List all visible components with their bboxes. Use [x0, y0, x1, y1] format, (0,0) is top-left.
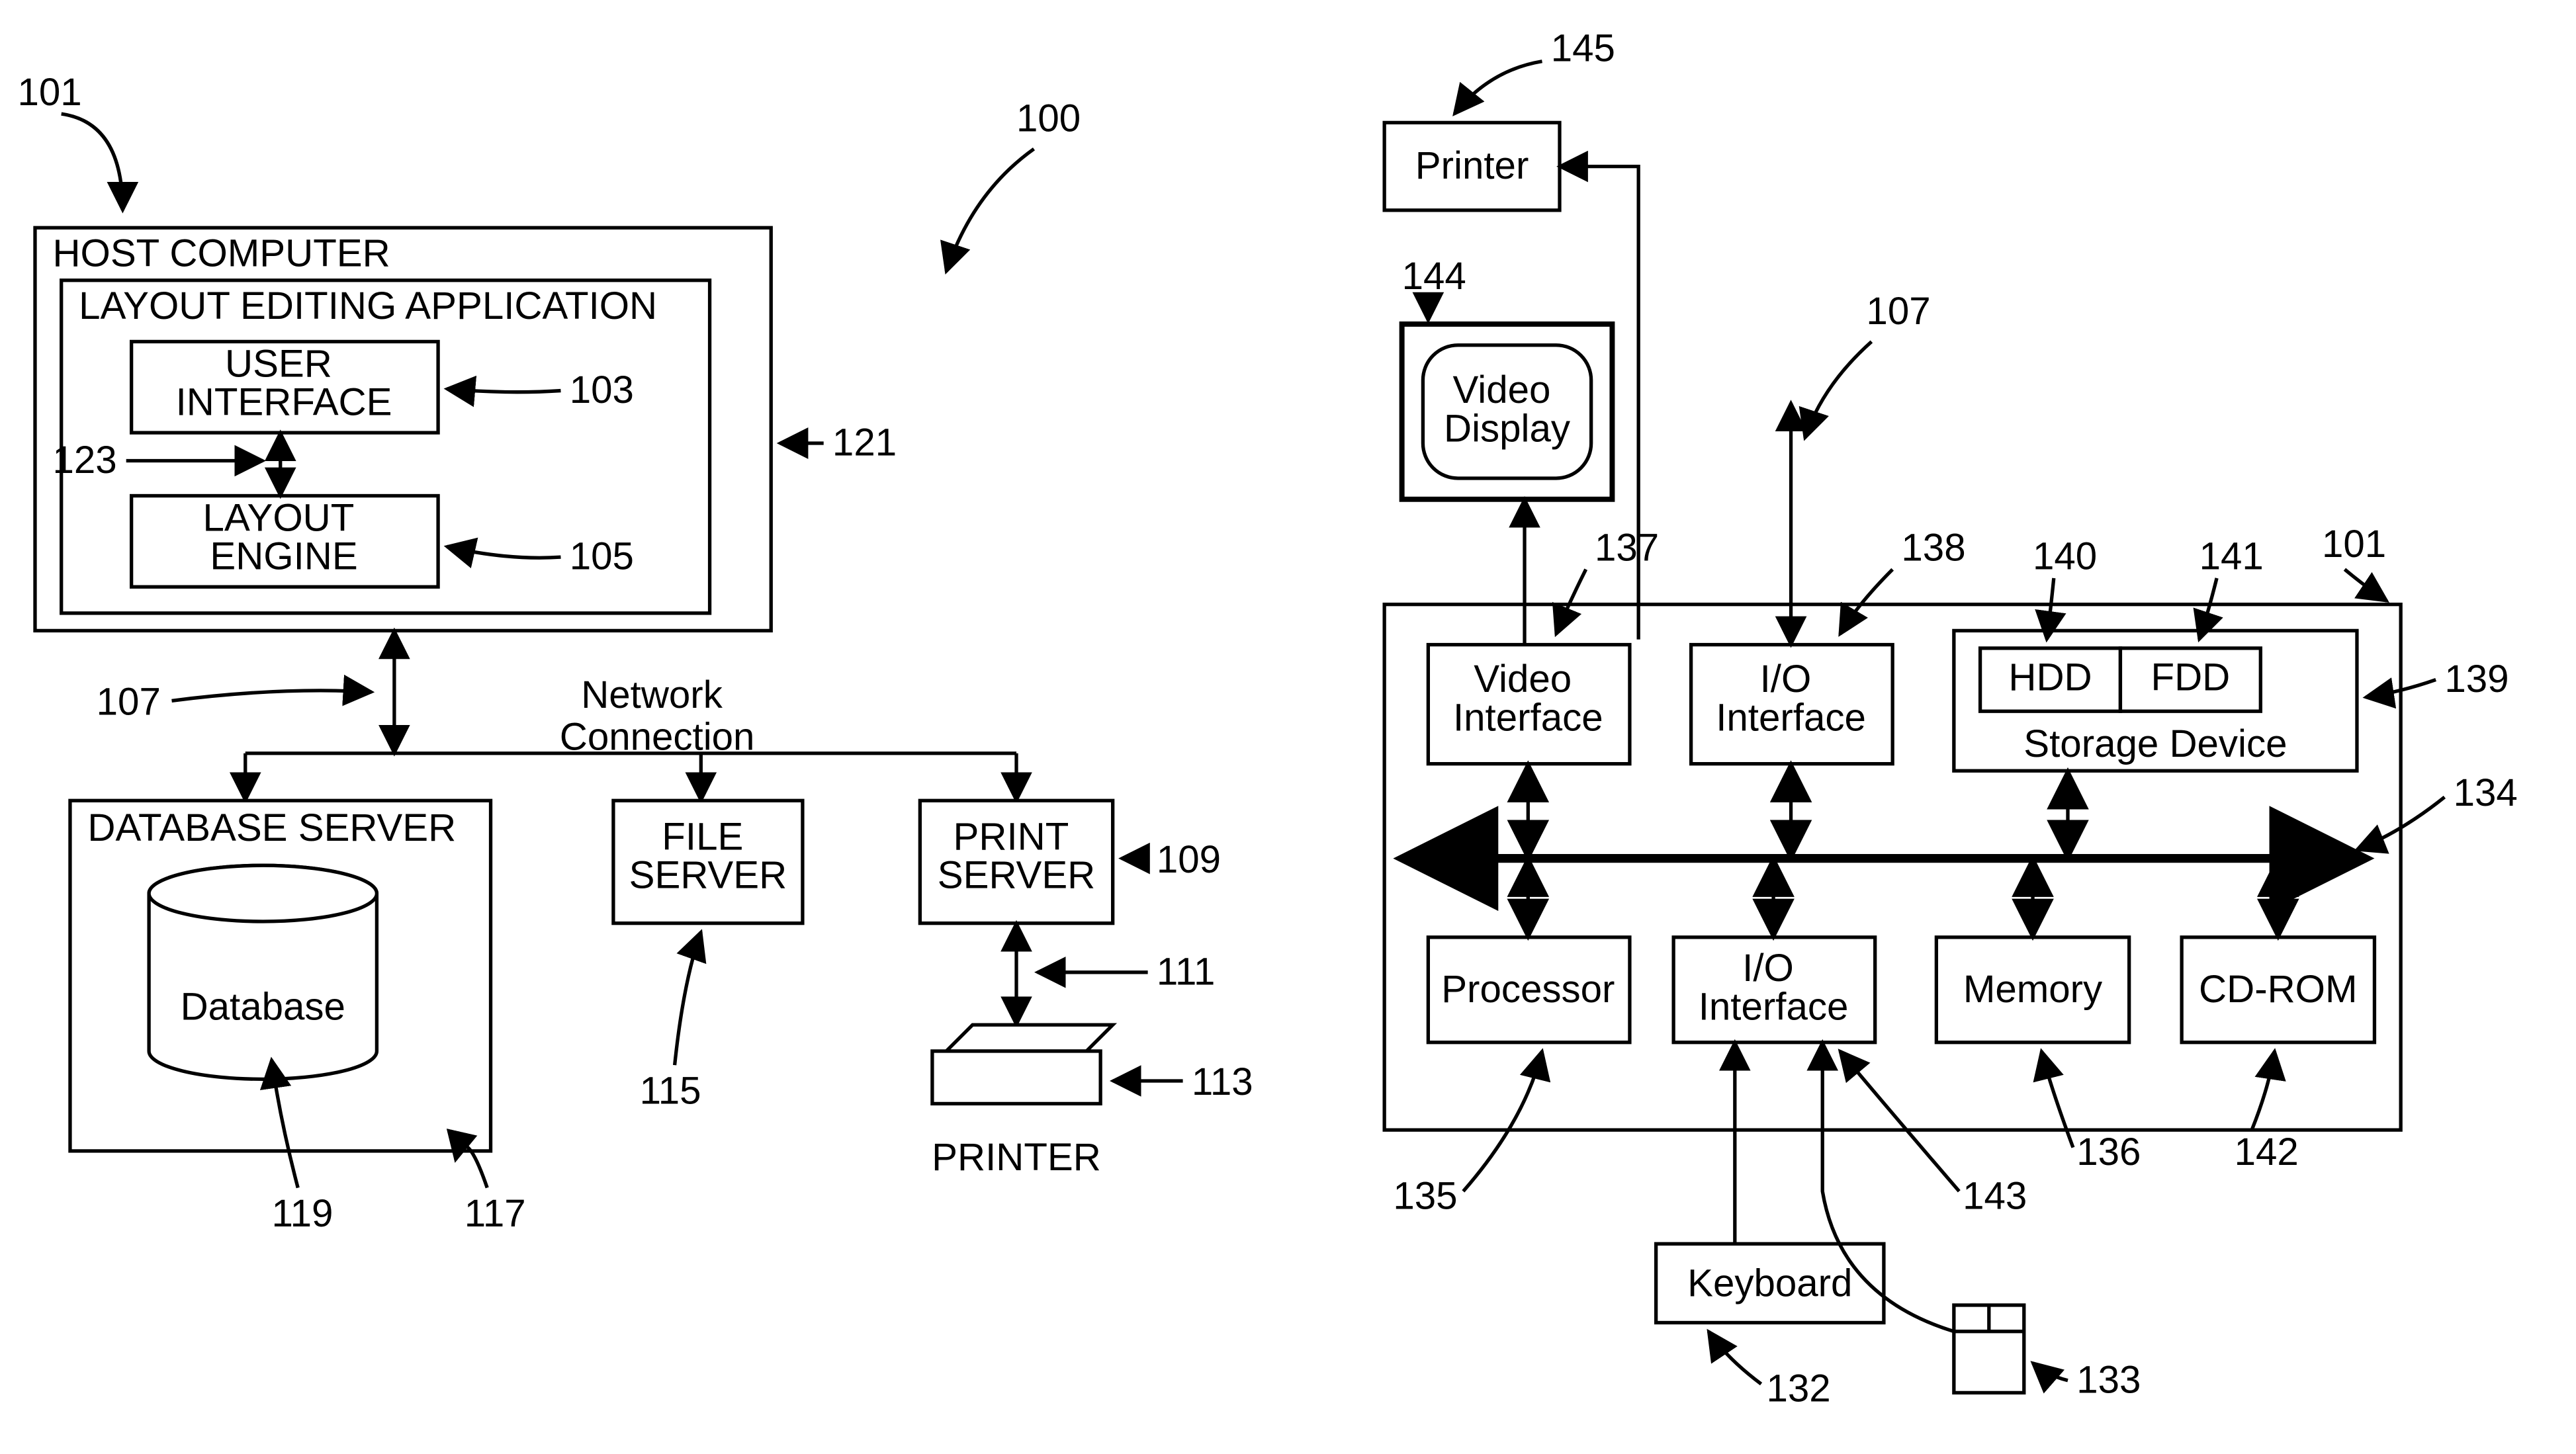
- ref-141: 141: [2199, 535, 2264, 578]
- layout-engine-text: LAYOUT ENGINE: [203, 496, 365, 577]
- lead-132: [1709, 1332, 1761, 1384]
- processor-label: Processor: [1441, 968, 1615, 1011]
- ref-144: 144: [1402, 255, 1466, 298]
- printer-icon: [932, 1025, 1113, 1103]
- ref-137: 137: [1595, 526, 1659, 569]
- ref-113: 113: [1192, 1060, 1253, 1103]
- ref-101: 101: [17, 71, 81, 114]
- lead-101b: [2344, 570, 2387, 601]
- ref-143: 143: [1963, 1174, 2027, 1217]
- ref-145: 145: [1551, 27, 1615, 70]
- keyboard-label: Keyboard: [1687, 1262, 1852, 1305]
- printer-label: PRINTER: [932, 1136, 1101, 1179]
- ref-100: 100: [1016, 97, 1081, 140]
- memory-label: Memory: [1963, 968, 2103, 1011]
- ref-107b: 107: [1866, 290, 1930, 333]
- ref-119: 119: [271, 1192, 333, 1235]
- mouse-icon: [1954, 1305, 2024, 1392]
- lead-145: [1454, 62, 1542, 114]
- ref-140: 140: [2033, 535, 2097, 578]
- ref-105: 105: [570, 535, 634, 578]
- fdd-label: FDD: [2151, 656, 2231, 699]
- left-diagram: HOST COMPUTER LAYOUT EDITING APPLICATION…: [0, 0, 1253, 1235]
- ref-142: 142: [2235, 1131, 2299, 1174]
- database-server-label: DATABASE SERVER: [87, 806, 456, 849]
- ref-133: 133: [2076, 1358, 2141, 1401]
- video-interface-text: Video Interface: [1453, 658, 1603, 739]
- ref-138: 138: [1901, 526, 1965, 569]
- cdrom-label: CD-ROM: [2199, 968, 2357, 1011]
- ref-123: 123: [52, 439, 116, 482]
- lead-100: [946, 149, 1034, 271]
- video-display-text: Video Display: [1444, 368, 1571, 450]
- ref-107: 107: [97, 681, 161, 724]
- lead-133: [2033, 1363, 2068, 1380]
- ref-135: 135: [1393, 1174, 1457, 1217]
- storage-device-label: Storage Device: [2023, 722, 2287, 765]
- ref-132: 132: [1766, 1367, 1830, 1410]
- ref-136: 136: [2076, 1131, 2141, 1174]
- lead-107b: [1805, 341, 1872, 438]
- ref-134: 134: [2454, 771, 2518, 814]
- ref-139: 139: [2444, 658, 2509, 701]
- layout-app-label: LAYOUT EDITING APPLICATION: [79, 284, 657, 327]
- network-label: Network Connection: [560, 673, 755, 759]
- ref-117: 117: [465, 1192, 526, 1235]
- ref-103: 103: [570, 368, 634, 411]
- ref-115: 115: [640, 1069, 701, 1112]
- lead-115: [675, 932, 701, 1065]
- lead-107: [172, 691, 372, 701]
- host-computer-label: HOST COMPUTER: [52, 232, 390, 275]
- ref-121: 121: [832, 421, 897, 464]
- ref-109: 109: [1157, 838, 1221, 881]
- database-label: Database: [181, 985, 345, 1028]
- ref-101b: 101: [2322, 523, 2386, 566]
- lead-101: [62, 114, 123, 210]
- print-server-text: PRINT SERVER: [938, 815, 1096, 896]
- r-printer-label: Printer: [1415, 144, 1529, 187]
- hdd-label: HDD: [2008, 656, 2092, 699]
- right-diagram: Printer Video Display Video Interface I/…: [1384, 27, 2518, 1410]
- ref-111: 111: [1157, 950, 1216, 993]
- database-icon: [149, 865, 377, 1079]
